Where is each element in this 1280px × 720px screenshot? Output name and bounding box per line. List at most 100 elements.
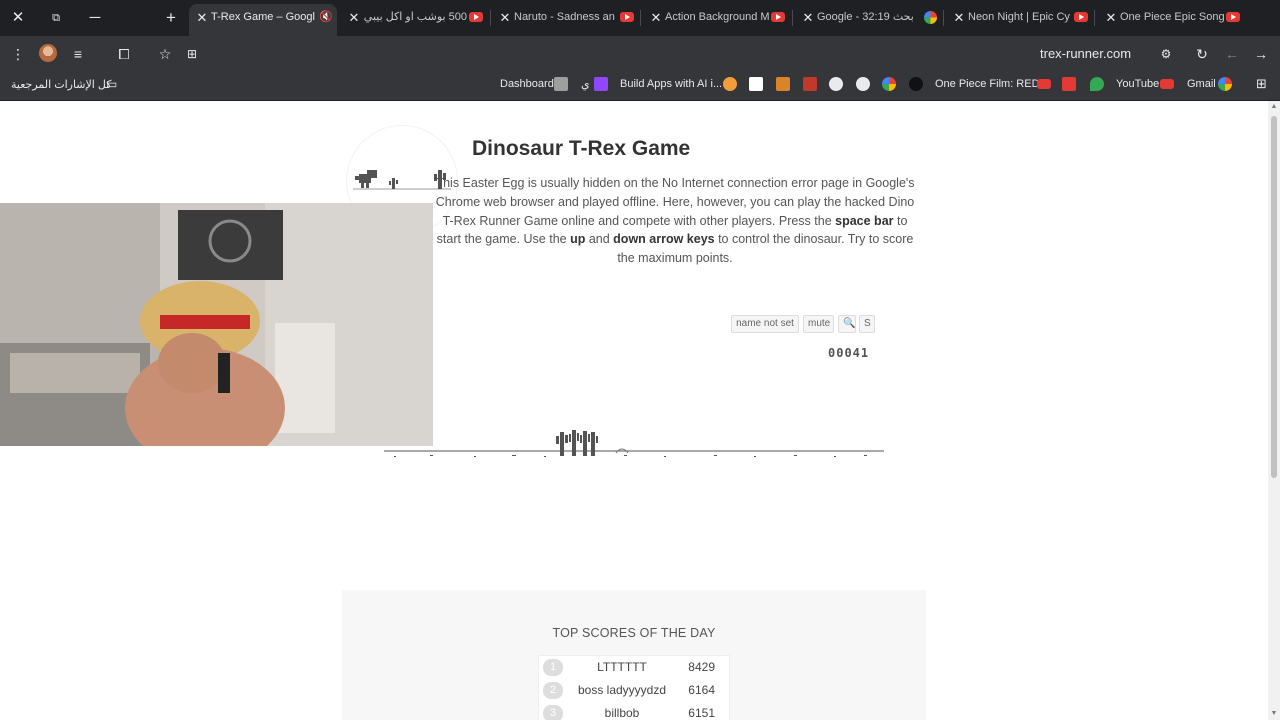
site-settings-icon[interactable]: ⚙ <box>1155 43 1177 65</box>
score-player-name: billbob <box>604 706 640 720</box>
reload-icon[interactable]: ↻ <box>1191 43 1213 65</box>
tab-separator <box>640 10 641 26</box>
tab-one-piece-song[interactable]: ✕ One Piece Epic Song <box>1098 5 1244 32</box>
close-tab-icon[interactable]: ✕ <box>649 5 663 30</box>
close-tab-icon[interactable]: ✕ <box>347 5 361 30</box>
tab-title: 500 بوشب او اكل بيبي <box>363 11 467 23</box>
reading-list-icon[interactable]: ≡ <box>67 43 89 65</box>
tab-strip: ✕ ⧉ ─ + ✕ T-Rex Game – Googl 🔇 ✕ 500 بوش… <box>0 0 1280 36</box>
forward-icon[interactable]: → <box>1250 43 1272 65</box>
bookmark-youtube[interactable]: YouTube <box>1116 78 1159 90</box>
youtube-icon <box>1160 79 1174 89</box>
amazon-icon[interactable] <box>749 77 763 91</box>
maps-icon[interactable] <box>1090 77 1104 91</box>
scrollbar-thumb[interactable] <box>1271 116 1277 478</box>
cactus-group <box>556 430 598 456</box>
bookmark-dashboard[interactable]: Dashboard <box>500 78 554 90</box>
close-tab-icon[interactable]: ✕ <box>801 5 815 30</box>
dashboard-icon <box>554 77 568 91</box>
score-rank: 1 <box>543 659 563 676</box>
s-button[interactable]: S <box>859 315 875 333</box>
all-bookmarks-link[interactable]: كل الإشارات المرجعية <box>11 78 111 91</box>
tab-title: One Piece Epic Song <box>1120 11 1224 23</box>
game-canvas[interactable] <box>384 420 884 462</box>
webcam-overlay <box>0 203 433 446</box>
intro-text: and <box>585 232 614 247</box>
score-rank: 2 <box>543 682 563 699</box>
page-title: Dinosaur T-Rex Game <box>472 137 691 160</box>
tab-separator <box>943 10 944 26</box>
tab-title: T-Rex Game – Googl <box>211 11 315 23</box>
close-tab-icon[interactable]: ✕ <box>498 5 512 30</box>
webcam-video <box>0 203 433 446</box>
youtube-icon <box>1037 79 1051 89</box>
address-bar-url[interactable]: trex-runner.com <box>1040 46 1131 61</box>
intro-paragraph: This Easter Egg is usually hidden on the… <box>430 174 920 268</box>
youtube-icon <box>469 12 483 22</box>
scroll-down-icon[interactable]: ▼ <box>1270 710 1278 718</box>
score-value: 6151 <box>688 706 715 720</box>
google-icon <box>924 11 937 24</box>
tab-title: Action Background M <box>665 11 769 23</box>
mute-icon[interactable]: 🔇 <box>319 4 333 23</box>
twitch-icon <box>594 77 608 91</box>
tab-google-search[interactable]: ✕ Google - بحث 32:19 <box>795 5 941 32</box>
close-tab-icon[interactable]: ✕ <box>1104 5 1118 30</box>
tab-trex-game[interactable]: ✕ T-Rex Game – Googl 🔇 <box>189 4 337 36</box>
score-value: 8429 <box>688 660 715 674</box>
back-icon[interactable]: ← <box>1221 43 1243 65</box>
new-tab-icon[interactable]: + <box>159 6 183 30</box>
profile-avatar[interactable] <box>39 44 57 62</box>
youtube-icon <box>620 12 634 22</box>
ground-dots <box>394 455 867 457</box>
menu-icon[interactable]: ⋮ <box>7 43 29 65</box>
burger-icon[interactable] <box>723 77 737 91</box>
tab-action-background[interactable]: ✕ Action Background M <box>643 5 789 32</box>
close-window-icon[interactable]: ✕ <box>6 6 30 30</box>
globe-icon[interactable] <box>829 77 843 91</box>
mute-button[interactable]: mute <box>803 315 834 333</box>
bookmark-site-icon[interactable] <box>803 77 817 91</box>
player-name-button[interactable]: name not set <box>731 315 799 333</box>
tab-neon-night[interactable]: ✕ Neon Night | Epic Cy <box>946 5 1092 32</box>
bookmark-build-apps[interactable]: Build Apps with AI i... <box>620 78 722 90</box>
4k-icon[interactable] <box>1062 77 1076 91</box>
translate-icon[interactable]: ⊞ <box>181 43 203 65</box>
intro-key-space: space bar <box>835 213 894 228</box>
scroll-up-icon[interactable]: ▲ <box>1270 103 1278 111</box>
restore-window-icon[interactable]: ⧉ <box>44 6 68 30</box>
top-scores-title: TOP SCORES OF THE DAY <box>552 626 716 640</box>
score-player-name: LTTTTTT <box>597 660 647 674</box>
globe-icon[interactable] <box>856 77 870 91</box>
tab-naruto[interactable]: ✕ Naruto - Sadness an <box>492 5 638 32</box>
score-row: 1 LTTTTTT 8429 <box>539 656 729 679</box>
extensions-icon[interactable]: ⧠ <box>113 43 135 65</box>
intro-key-up: up <box>570 232 586 247</box>
minimize-window-icon[interactable]: ─ <box>83 6 107 30</box>
bookmark-star-icon[interactable]: ☆ <box>154 43 176 65</box>
youtube-icon <box>771 12 785 22</box>
tab-title: Naruto - Sadness an <box>514 11 615 23</box>
bookmark-one-piece[interactable]: One Piece Film: RED... <box>935 78 1049 90</box>
close-tab-icon[interactable]: ✕ <box>195 4 209 31</box>
tab-youtube-1[interactable]: ✕ 500 بوشب او اكل بيبي <box>341 5 487 32</box>
medium-icon[interactable] <box>909 77 923 91</box>
apps-grid-icon[interactable]: ⊞ <box>1256 76 1267 92</box>
bookmark-arabic[interactable]: ي <box>581 78 590 91</box>
tab-separator <box>1094 10 1095 26</box>
youtube-icon <box>1226 12 1240 22</box>
score-player-name: boss ladyyyydzd <box>577 683 667 697</box>
tab-title: Neon Night | Epic Cy <box>968 11 1070 23</box>
tab-separator <box>792 10 793 26</box>
score-row: 2 boss ladyyyydzd 6164 <box>539 679 729 702</box>
folder-icon: ▭ <box>106 77 118 91</box>
bookmark-gmail[interactable]: Gmail <box>1187 78 1216 90</box>
top-scores-table: 1 LTTTTTT 8429 2 boss ladyyyydzd 6164 3 … <box>538 655 730 720</box>
tab-title: Google - بحث 32:19 <box>817 11 914 23</box>
google-icon[interactable] <box>882 77 896 91</box>
bookmark-site-icon[interactable] <box>776 77 790 91</box>
google-icon <box>1218 77 1232 91</box>
game-score: 00041 <box>828 346 870 360</box>
close-tab-icon[interactable]: ✕ <box>952 5 966 30</box>
zoom-icon[interactable]: 🔍 <box>838 315 856 333</box>
